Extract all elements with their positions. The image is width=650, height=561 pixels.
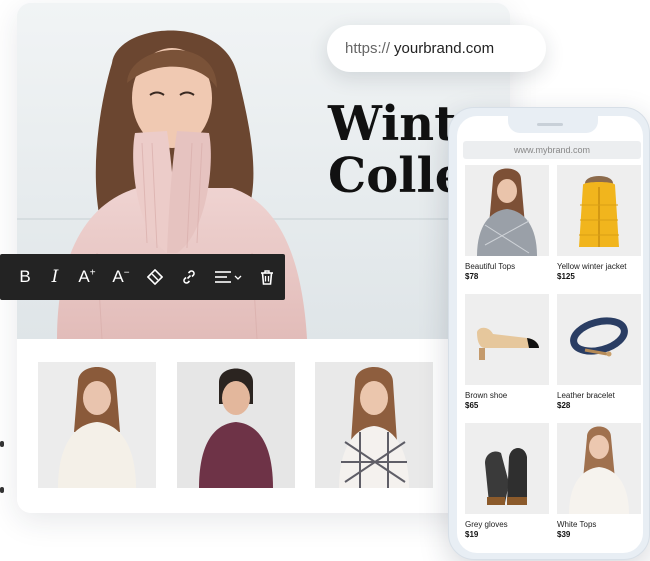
- product-name: Yellow winter jacket: [557, 262, 627, 271]
- product-image: [465, 294, 549, 385]
- product-price: $19: [465, 530, 479, 539]
- product-price: $39: [557, 530, 571, 539]
- eraser-icon: [147, 269, 163, 285]
- url-protocol: https://: [345, 40, 391, 57]
- align-dropdown-icon: [215, 271, 242, 283]
- product-name: Leather bracelet: [557, 391, 615, 400]
- mobile-product-yellow-jacket[interactable]: Yellow winter jacket $125: [557, 165, 641, 282]
- mobile-product-brown-shoe[interactable]: Brown shoe $65: [465, 294, 549, 411]
- bold-icon: B: [19, 267, 31, 286]
- text-format-toolbar: B I A+ A−: [0, 254, 285, 300]
- product-name: Grey gloves: [465, 520, 508, 529]
- product-name: Brown shoe: [465, 391, 508, 400]
- delete-button[interactable]: [250, 254, 284, 300]
- product-price: $65: [465, 401, 479, 410]
- product-thumb-purple-top[interactable]: [177, 362, 295, 488]
- mobile-url-bar[interactable]: www.mybrand.com: [463, 141, 641, 159]
- product-thumb-plaid-top[interactable]: [315, 362, 433, 488]
- trash-icon: [261, 269, 273, 285]
- mobile-product-grey-gloves[interactable]: Grey gloves $19: [465, 423, 549, 540]
- phone-speaker: [537, 123, 563, 126]
- mobile-screen: www.mybrand.com Beautiful Tops $78 Yello…: [457, 116, 643, 553]
- italic-icon: I: [51, 267, 59, 287]
- product-image: [557, 423, 641, 514]
- mobile-product-beautiful-tops[interactable]: Beautiful Tops $78: [465, 165, 549, 282]
- mobile-product-leather-bracelet[interactable]: Leather bracelet $28: [557, 294, 641, 411]
- product-image: [557, 165, 641, 256]
- italic-button[interactable]: I: [40, 254, 70, 300]
- link-button[interactable]: [172, 254, 206, 300]
- font-increase-button[interactable]: A+: [70, 254, 104, 300]
- product-name: Beautiful Tops: [465, 262, 516, 271]
- url-bar[interactable]: https:// yourbrand.com: [327, 25, 546, 72]
- product-price: $78: [465, 272, 479, 281]
- font-decrease-icon: A−: [112, 267, 130, 286]
- product-row: [17, 339, 510, 513]
- product-image: [557, 294, 641, 385]
- clear-format-button[interactable]: [138, 254, 172, 300]
- bold-button[interactable]: B: [10, 254, 40, 300]
- product-name: White Tops: [557, 520, 597, 529]
- product-price: $125: [557, 272, 575, 281]
- align-dropdown-button[interactable]: [206, 254, 250, 300]
- decorative-dot: [0, 487, 4, 493]
- product-image: [465, 423, 549, 514]
- product-price: $28: [557, 401, 571, 410]
- mobile-product-white-tops[interactable]: White Tops $39: [557, 423, 641, 540]
- product-image: [465, 165, 549, 256]
- mobile-preview: www.mybrand.com Beautiful Tops $78 Yello…: [448, 107, 650, 560]
- font-increase-icon: A+: [78, 267, 96, 286]
- product-thumb-white-top[interactable]: [38, 362, 156, 488]
- font-decrease-button[interactable]: A−: [104, 254, 138, 300]
- url-domain: yourbrand.com: [394, 40, 495, 57]
- decorative-dot: [0, 441, 4, 447]
- link-icon: [183, 270, 195, 284]
